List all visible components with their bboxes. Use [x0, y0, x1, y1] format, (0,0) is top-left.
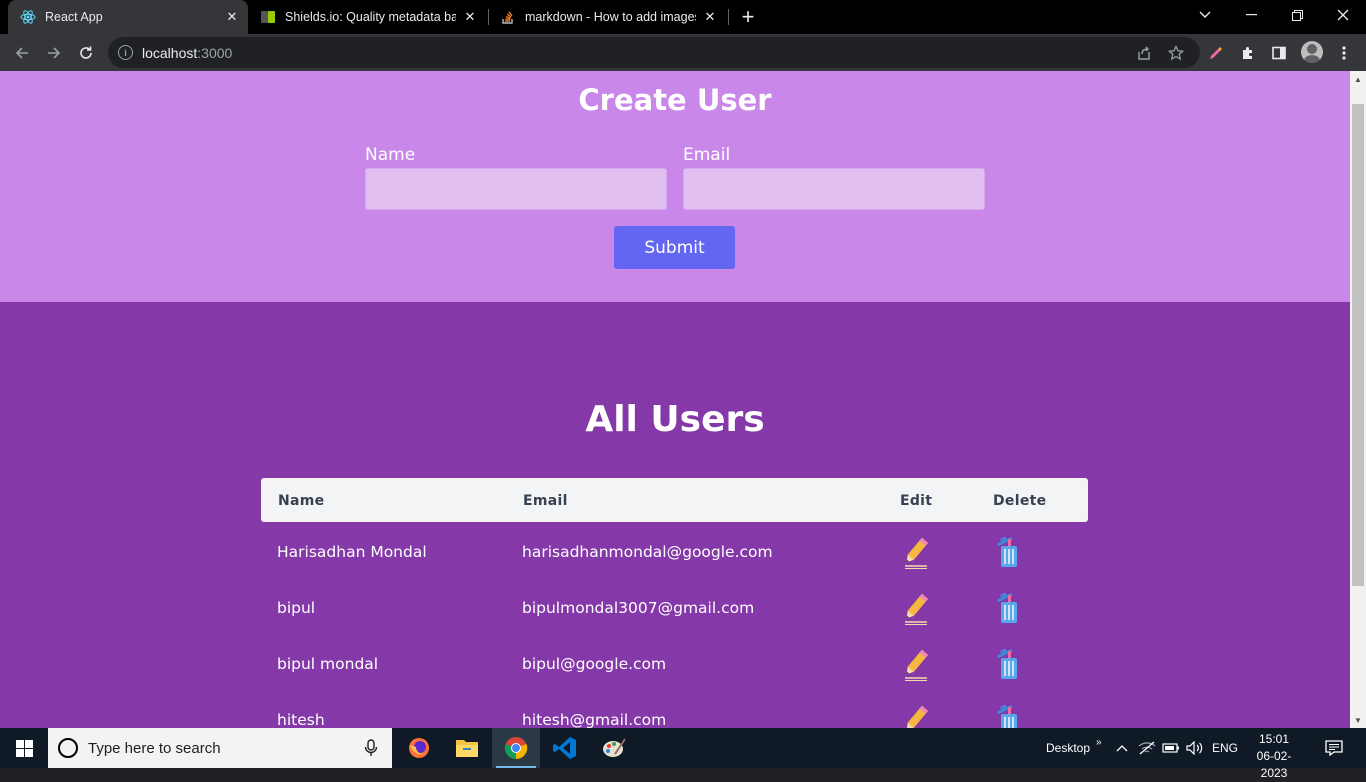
reload-icon[interactable]: [73, 40, 99, 66]
scroll-up-arrow-icon[interactable]: ▲: [1350, 71, 1366, 87]
scrollbar-thumb[interactable]: [1352, 104, 1364, 586]
all-users-heading: All Users: [0, 399, 1350, 440]
delete-trash-icon[interactable]: [995, 535, 1023, 569]
tab-stackoverflow[interactable]: markdown - How to add images ✕: [490, 0, 726, 34]
vscode-icon[interactable]: [541, 728, 589, 768]
clock-time: 15:01: [1246, 731, 1302, 748]
pen-extension-icon[interactable]: [1203, 40, 1229, 66]
delete-trash-icon[interactable]: [995, 647, 1023, 681]
tab-separator: [488, 9, 489, 25]
scroll-down-arrow-icon[interactable]: ▼: [1350, 712, 1366, 728]
paint-icon[interactable]: [590, 728, 638, 768]
profile-avatar[interactable]: [1301, 41, 1323, 63]
close-tab-icon[interactable]: ✕: [462, 9, 478, 25]
site-info-icon[interactable]: i: [118, 45, 133, 60]
taskbar-clock[interactable]: 15:01 06-02-2023: [1246, 731, 1302, 782]
table-header: Name Email Edit Delete: [261, 478, 1088, 522]
side-panel-icon[interactable]: [1266, 40, 1292, 66]
restore-button[interactable]: [1274, 0, 1320, 30]
react-icon: [20, 9, 36, 25]
name-label: Name: [365, 145, 415, 165]
show-hidden-icons-icon[interactable]: [1116, 728, 1128, 768]
tab-separator: [728, 9, 729, 25]
firefox-icon[interactable]: [395, 728, 443, 768]
table-row: hitesh hitesh@gmail.com: [261, 691, 1088, 728]
stackoverflow-icon: [500, 9, 516, 25]
column-header-email: Email: [523, 493, 568, 509]
user-name-cell: bipul mondal: [277, 655, 378, 673]
column-header-delete: Delete: [993, 493, 1046, 509]
create-user-section: Create User Name Email Submit: [0, 71, 1350, 302]
new-tab-button[interactable]: +: [736, 5, 760, 29]
edit-pencil-icon[interactable]: [902, 591, 930, 625]
file-explorer-icon[interactable]: [443, 728, 491, 768]
column-header-name: Name: [278, 493, 324, 509]
table-row: Harisadhan Mondal harisadhanmondal@googl…: [261, 523, 1088, 579]
search-placeholder: Type here to search: [88, 740, 221, 757]
cortana-icon: [58, 738, 78, 758]
chrome-icon[interactable]: [492, 728, 540, 768]
back-icon[interactable]: [9, 40, 35, 66]
user-email-cell: bipulmondal3007@gmail.com: [522, 599, 754, 617]
language-indicator[interactable]: ENG: [1212, 728, 1238, 768]
address-url: localhost:3000: [142, 45, 232, 61]
edit-pencil-icon[interactable]: [902, 535, 930, 569]
email-label: Email: [683, 145, 730, 165]
user-email-cell: bipul@google.com: [522, 655, 666, 673]
extensions-icon[interactable]: [1235, 40, 1261, 66]
windows-start-button[interactable]: [0, 728, 48, 768]
user-name-cell: hitesh: [277, 711, 325, 728]
volume-icon[interactable]: [1186, 728, 1204, 768]
table-row: bipul bipulmondal3007@gmail.com: [261, 579, 1088, 635]
column-header-edit: Edit: [900, 493, 932, 509]
user-name-cell: Harisadhan Mondal: [277, 543, 427, 561]
menu-kebab-icon[interactable]: [1331, 40, 1357, 66]
delete-trash-icon[interactable]: [995, 591, 1023, 625]
table-row: bipul mondal bipul@google.com: [261, 635, 1088, 691]
page-viewport: Create User Name Email Submit All Users …: [0, 71, 1350, 728]
close-tab-icon[interactable]: ✕: [702, 9, 718, 25]
submit-button[interactable]: Submit: [614, 226, 735, 269]
microphone-icon[interactable]: [364, 739, 378, 757]
browser-toolbar: i localhost:3000: [0, 34, 1366, 71]
delete-trash-icon[interactable]: [995, 703, 1023, 728]
forward-icon[interactable]: [41, 40, 67, 66]
bookmark-star-icon[interactable]: [1163, 40, 1189, 66]
clock-date: 06-02-2023: [1246, 748, 1302, 782]
tab-title: markdown - How to add images: [525, 10, 696, 24]
page-scrollbar[interactable]: ▲ ▼: [1350, 71, 1366, 728]
user-email-cell: hitesh@gmail.com: [522, 711, 666, 728]
url-host: localhost: [142, 45, 197, 61]
address-bar[interactable]: i localhost:3000: [108, 37, 1200, 68]
name-input[interactable]: [365, 168, 667, 210]
minimize-button[interactable]: [1228, 0, 1274, 30]
edit-pencil-icon[interactable]: [902, 647, 930, 681]
notifications-icon[interactable]: [1325, 728, 1343, 768]
desktop-label: Desktop: [1046, 741, 1090, 755]
close-window-button[interactable]: [1320, 0, 1366, 30]
share-icon[interactable]: [1131, 40, 1157, 66]
tab-react-app[interactable]: React App ✕: [8, 0, 248, 34]
user-email-cell: harisadhanmondal@google.com: [522, 543, 773, 561]
toolbar-expand-icon[interactable]: »: [1096, 737, 1102, 748]
language-label: ENG: [1212, 741, 1238, 755]
network-icon[interactable]: [1138, 728, 1156, 768]
edit-pencil-icon[interactable]: [902, 703, 930, 728]
tab-title: React App: [45, 10, 218, 24]
all-users-section: All Users Name Email Edit Delete Harisad…: [0, 302, 1350, 728]
windows-taskbar: Type here to search Desktop » ENG 15:01 …: [0, 728, 1366, 768]
create-user-heading: Create User: [0, 83, 1350, 117]
tab-shields[interactable]: Shields.io: Quality metadata badg ✕: [250, 0, 486, 34]
browser-tab-strip: React App ✕ Shields.io: Quality metadata…: [0, 0, 1366, 34]
tab-title: Shields.io: Quality metadata badg: [285, 10, 456, 24]
desktop-toolbar-label[interactable]: Desktop »: [1046, 728, 1102, 768]
url-port: :3000: [197, 45, 232, 61]
taskbar-search-box[interactable]: Type here to search: [48, 728, 392, 768]
battery-icon[interactable]: [1162, 728, 1180, 768]
email-input[interactable]: [683, 168, 985, 210]
close-tab-icon[interactable]: ✕: [224, 9, 240, 25]
tab-search-icon[interactable]: [1182, 0, 1228, 30]
user-name-cell: bipul: [277, 599, 315, 617]
shields-icon: [260, 9, 276, 25]
